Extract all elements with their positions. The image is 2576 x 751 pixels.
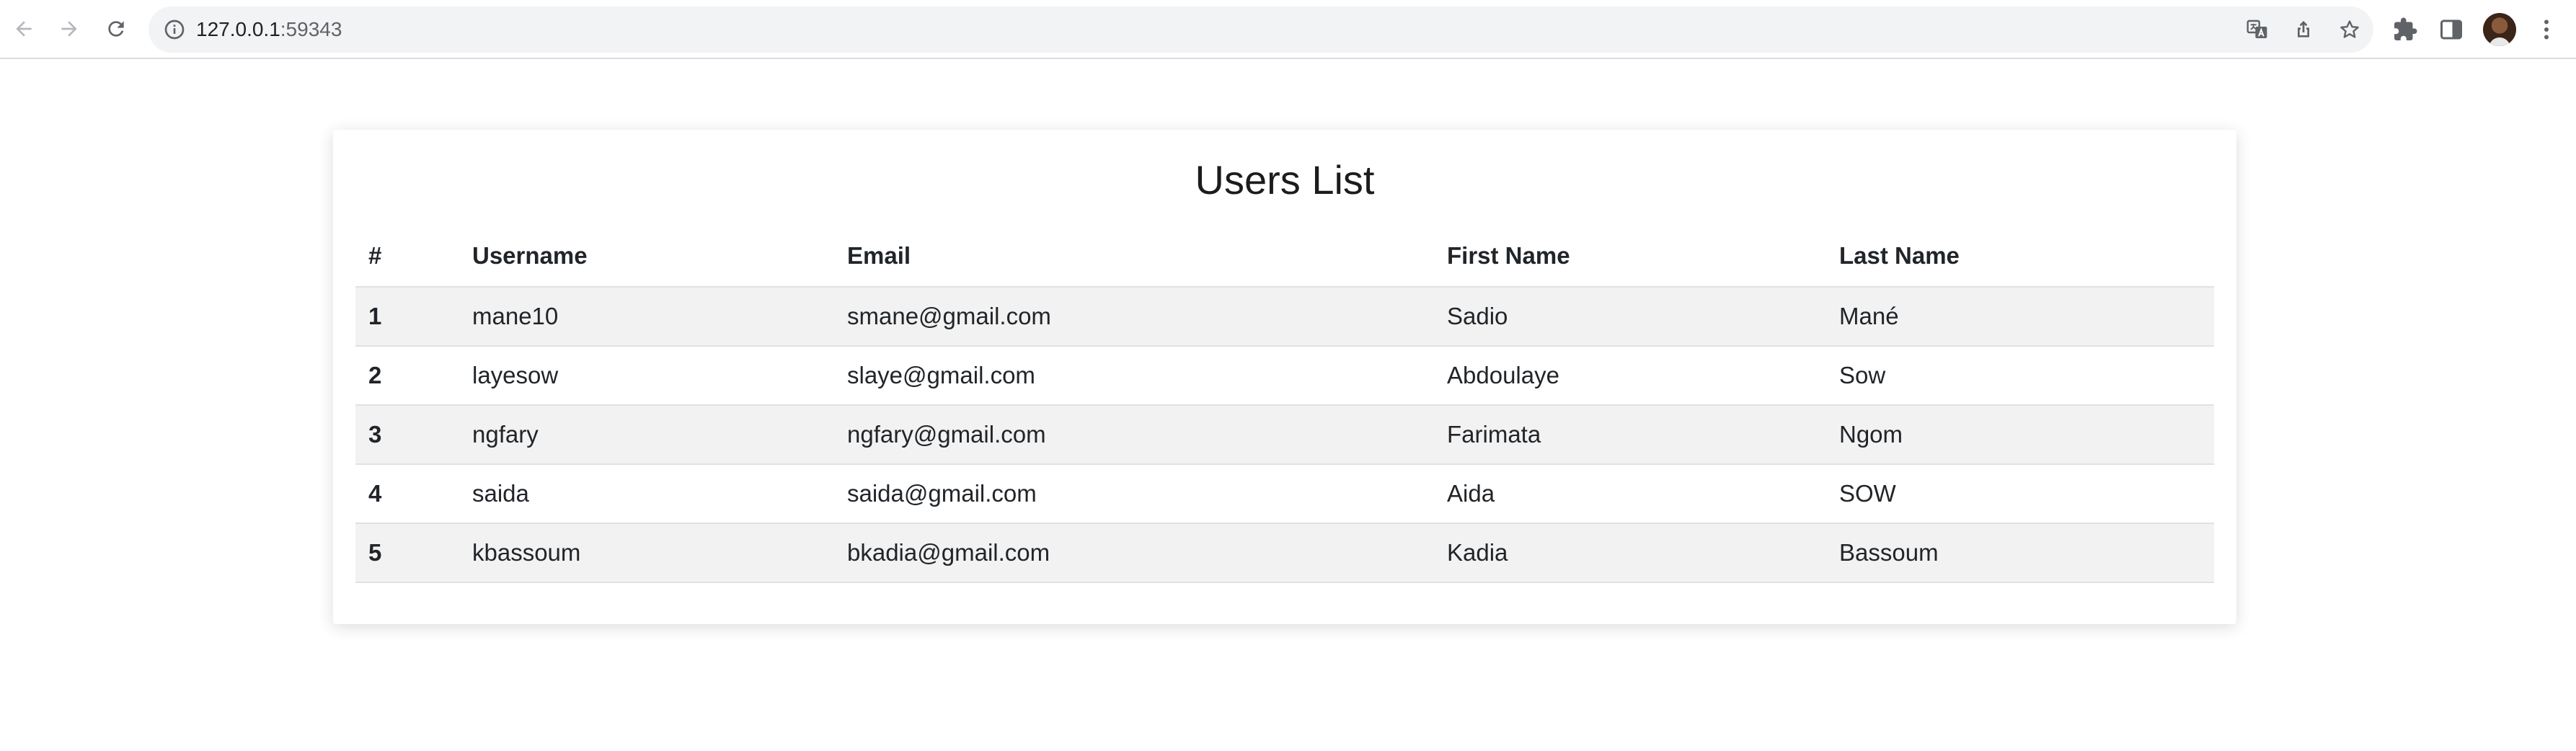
column-header-username: Username (459, 225, 834, 288)
row-email: smane@gmail.com (834, 287, 1434, 347)
row-first-name: Sadio (1434, 287, 1826, 347)
users-table: # Username Email First Name Last Name 1 … (355, 225, 2214, 583)
row-last-name: Sow (1826, 346, 2214, 406)
row-last-name: Mané (1826, 287, 2214, 347)
url-text[interactable]: 127.0.0.1:59343 (196, 6, 342, 53)
row-username: saida (459, 464, 834, 524)
forward-button[interactable] (50, 10, 88, 48)
row-index: 2 (355, 346, 459, 406)
column-header-index: # (355, 225, 459, 288)
kebab-menu-icon[interactable] (2533, 17, 2559, 43)
column-header-last-name: Last Name (1826, 225, 2214, 288)
row-first-name: Kadia (1434, 523, 1826, 583)
side-panel-icon[interactable] (2438, 17, 2464, 43)
users-card: Users List # Username Email First Name L… (333, 130, 2236, 624)
reload-button[interactable] (97, 10, 135, 48)
reload-icon (108, 21, 124, 37)
back-button[interactable] (5, 10, 43, 48)
info-icon[interactable] (163, 18, 186, 41)
row-first-name: Farimata (1434, 405, 1826, 465)
row-username: ngfary (459, 405, 834, 465)
row-index: 3 (355, 405, 459, 465)
table-header-row: # Username Email First Name Last Name (355, 225, 2214, 288)
row-username: mane10 (459, 287, 834, 347)
row-last-name: Ngom (1826, 405, 2214, 465)
table-row: 4 saida saida@gmail.com Aida SOW (355, 464, 2214, 524)
row-index: 5 (355, 523, 459, 583)
browser-toolbar: 127.0.0.1:59343 (0, 0, 2576, 59)
row-email: bkadia@gmail.com (834, 523, 1434, 583)
star-icon[interactable] (2338, 18, 2361, 41)
row-first-name: Abdoulaye (1434, 346, 1826, 406)
row-first-name: Aida (1434, 464, 1826, 524)
row-index: 1 (355, 287, 459, 347)
row-email: slaye@gmail.com (834, 346, 1434, 406)
table-row: 2 layesow slaye@gmail.com Abdoulaye Sow (355, 346, 2214, 406)
row-username: layesow (459, 346, 834, 406)
table-row: 1 mane10 smane@gmail.com Sadio Mané (355, 287, 2214, 347)
puzzle-icon[interactable] (2392, 17, 2418, 43)
page-title: Users List (1195, 157, 1375, 203)
share-icon[interactable] (2292, 18, 2315, 41)
row-email: ngfary@gmail.com (834, 405, 1434, 465)
translate-icon[interactable] (2246, 18, 2269, 41)
row-last-name: SOW (1826, 464, 2214, 524)
url-port: :59343 (280, 18, 342, 40)
forward-arrow-icon (61, 21, 77, 37)
row-username: kbassoum (459, 523, 834, 583)
back-arrow-icon (16, 21, 32, 37)
row-email: saida@gmail.com (834, 464, 1434, 524)
column-header-email: Email (834, 225, 1434, 288)
table-row: 5 kbassoum bkadia@gmail.com Kadia Bassou… (355, 523, 2214, 583)
row-last-name: Bassoum (1826, 523, 2214, 583)
column-header-first-name: First Name (1434, 225, 1826, 288)
avatar[interactable] (2483, 13, 2516, 46)
table-row: 3 ngfary ngfary@gmail.com Farimata Ngom (355, 405, 2214, 465)
row-index: 4 (355, 464, 459, 524)
address-bar[interactable]: 127.0.0.1:59343 (149, 6, 2373, 53)
url-host: 127.0.0.1 (196, 18, 280, 40)
